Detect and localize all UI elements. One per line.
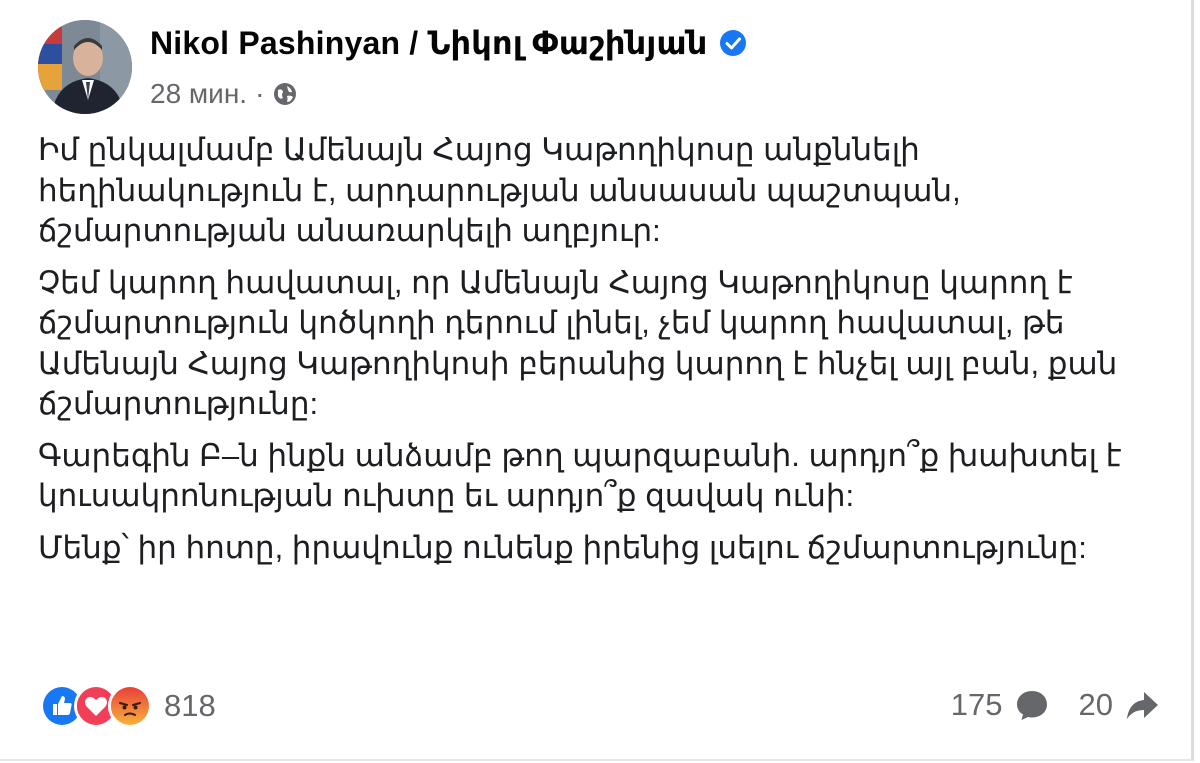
angry-icon: [108, 684, 152, 728]
reaction-count[interactable]: 818: [164, 688, 216, 724]
share-count: 20: [1078, 687, 1113, 722]
comments-stat[interactable]: 175: [951, 686, 1051, 724]
comment-count: 175: [950, 687, 1003, 722]
post-footer: 818 175 20: [40, 684, 1161, 730]
post-paragraph: Մենք՝ իր հոտը, իրավունք ունենք իրենից լս…: [38, 529, 1087, 565]
post-timestamp[interactable]: 28 мин.: [150, 78, 247, 110]
engagement-stats: 175 20: [951, 686, 1161, 724]
comment-icon: [1013, 686, 1051, 724]
post-card: Nikol Pashinyan / Նիկոլ Փաշինյան 28 мин.…: [0, 0, 1194, 761]
meta-separator: ·: [255, 78, 265, 109]
globe-icon[interactable]: [272, 81, 298, 107]
author-avatar[interactable]: [38, 20, 132, 114]
post-body: Իմ ընկալմամբ Ամենայն Հայոց Կաթողիկոսը ան…: [38, 130, 1158, 579]
post-paragraph: Գարեգին Բ–ն ինքն անձամբ թող պարզաբանի. ա…: [38, 437, 1122, 514]
post-paragraph: Չեմ կարող հավատալ, որ Ամենայն Հայոց Կաթո…: [38, 264, 1118, 422]
share-icon: [1123, 686, 1161, 724]
reactions-summary[interactable]: 818: [40, 684, 216, 728]
shares-stat[interactable]: 20: [1079, 686, 1161, 724]
post-paragraph: Իմ ընկալմամբ Ամենայն Հայոց Կաթողիկոսը ան…: [38, 132, 961, 248]
author-name[interactable]: Nikol Pashinyan / Նիկոլ Փաշինյան: [150, 24, 707, 62]
verified-badge-icon: [719, 29, 747, 57]
